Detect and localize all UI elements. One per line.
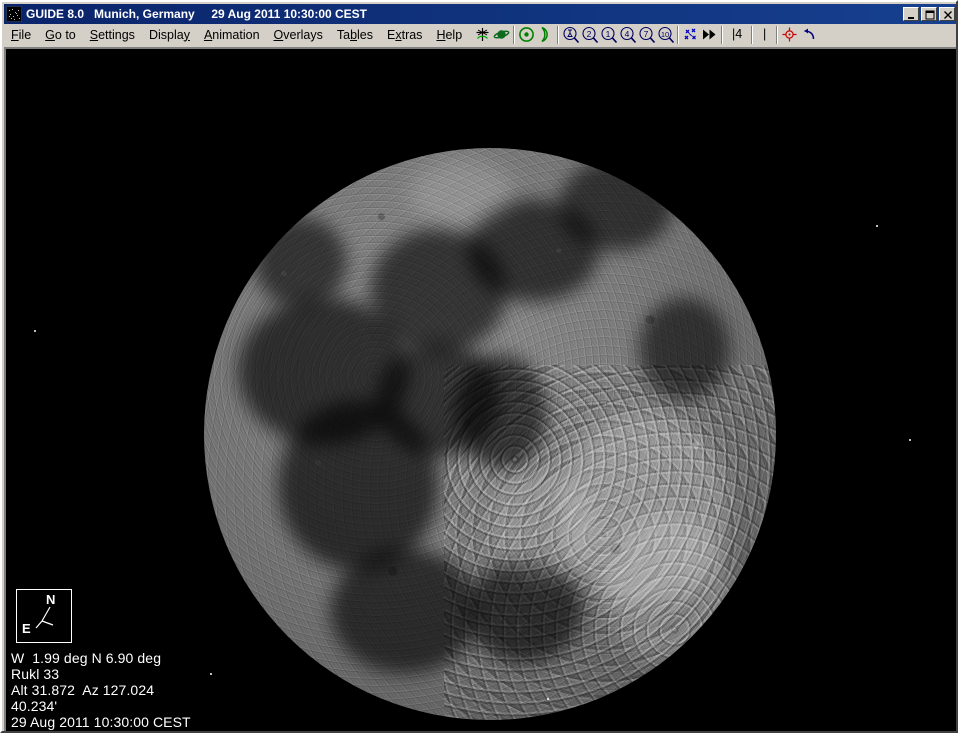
star xyxy=(547,698,549,700)
fast-forward-icon[interactable] xyxy=(700,25,719,44)
status-selenographic: W 1.99 deg N 6.90 deg xyxy=(11,650,191,666)
status-angular-size: 40.234' xyxy=(11,698,191,714)
compass-rose: N E xyxy=(16,589,72,643)
svg-text:10: 10 xyxy=(660,29,668,38)
menu-item-settings[interactable]: Settings xyxy=(83,26,142,44)
menu-bar: File Go to Settings Display Animation Ov… xyxy=(4,24,958,45)
star xyxy=(34,330,36,332)
status-timestamp: 29 Aug 2011 10:30:00 CEST xyxy=(11,714,191,730)
step-label: | xyxy=(763,28,766,41)
star-chart-icon[interactable] xyxy=(473,25,492,44)
moon-icon[interactable] xyxy=(536,25,555,44)
starfield-icon xyxy=(6,6,22,22)
svg-text:2: 2 xyxy=(586,29,591,39)
zoom-10-icon[interactable]: 10 xyxy=(656,25,675,44)
toolbar-separator xyxy=(677,26,679,44)
status-readout: W 1.99 deg N 6.90 deg Rukl 33 Alt 31.872… xyxy=(11,650,191,730)
zoom-7-icon[interactable]: 7 xyxy=(637,25,656,44)
title-bar: GUIDE 8.0 Munich, Germany 29 Aug 2011 10… xyxy=(4,4,958,24)
zoom-4-icon[interactable]: 4 xyxy=(618,25,637,44)
sun-icon[interactable] xyxy=(517,25,536,44)
svg-text:7: 7 xyxy=(643,29,648,39)
zoom-2-icon[interactable]: 2 xyxy=(580,25,599,44)
window-controls xyxy=(903,7,956,21)
menu-item-animation[interactable]: Animation xyxy=(197,26,267,44)
svg-text:1: 1 xyxy=(605,29,610,39)
toolbar-separator xyxy=(513,26,515,44)
menu-item-help[interactable]: Help xyxy=(429,26,469,44)
moon-disc[interactable] xyxy=(204,148,776,720)
toolbar-separator xyxy=(721,26,723,44)
status-alt-az: Alt 31.872 Az 127.024 xyxy=(11,682,191,698)
menu-item-display[interactable]: Display xyxy=(142,26,197,44)
toolbar-separator xyxy=(751,26,753,44)
toolbar-separator xyxy=(557,26,559,44)
zoom-clock-icon[interactable] xyxy=(561,25,580,44)
step-back-label: |4 xyxy=(732,28,742,41)
undo-arrow-icon[interactable] xyxy=(799,25,818,44)
menu-item-tables[interactable]: Tables xyxy=(330,26,380,44)
step-back-button[interactable]: |4 xyxy=(725,25,749,44)
zoom-1-icon[interactable]: 1 xyxy=(599,25,618,44)
menu-item-overlays[interactable]: Overlays xyxy=(267,26,330,44)
close-button[interactable] xyxy=(939,7,955,21)
status-chart-ref: Rukl 33 xyxy=(11,666,191,682)
star xyxy=(909,439,911,441)
menu-item-goto[interactable]: Go to xyxy=(38,26,83,44)
star xyxy=(876,225,878,227)
sky-view-frame: N E W 1.99 deg N 6.90 deg Rukl 33 Alt 31… xyxy=(4,47,958,733)
crosshair-target-icon[interactable] xyxy=(780,25,799,44)
planet-saturn-icon[interactable] xyxy=(492,25,511,44)
compass-needles-icon xyxy=(17,590,71,642)
menu-item-file[interactable]: File xyxy=(4,26,38,44)
toolbar-separator xyxy=(776,26,778,44)
step-button[interactable]: | xyxy=(755,25,774,44)
menu-item-extras[interactable]: Extras xyxy=(380,26,429,44)
guide-application-window: GUIDE 8.0 Munich, Germany 29 Aug 2011 10… xyxy=(0,0,958,733)
sky-view[interactable]: N E W 1.99 deg N 6.90 deg Rukl 33 Alt 31… xyxy=(9,52,956,730)
star xyxy=(210,673,212,675)
maximize-button[interactable] xyxy=(921,7,937,21)
moon-southern-highlands xyxy=(444,365,776,720)
window-title: GUIDE 8.0 Munich, Germany 29 Aug 2011 10… xyxy=(26,7,367,21)
minimize-button[interactable] xyxy=(903,7,919,21)
star-cluster-icon[interactable] xyxy=(681,25,700,44)
svg-text:4: 4 xyxy=(624,29,629,39)
